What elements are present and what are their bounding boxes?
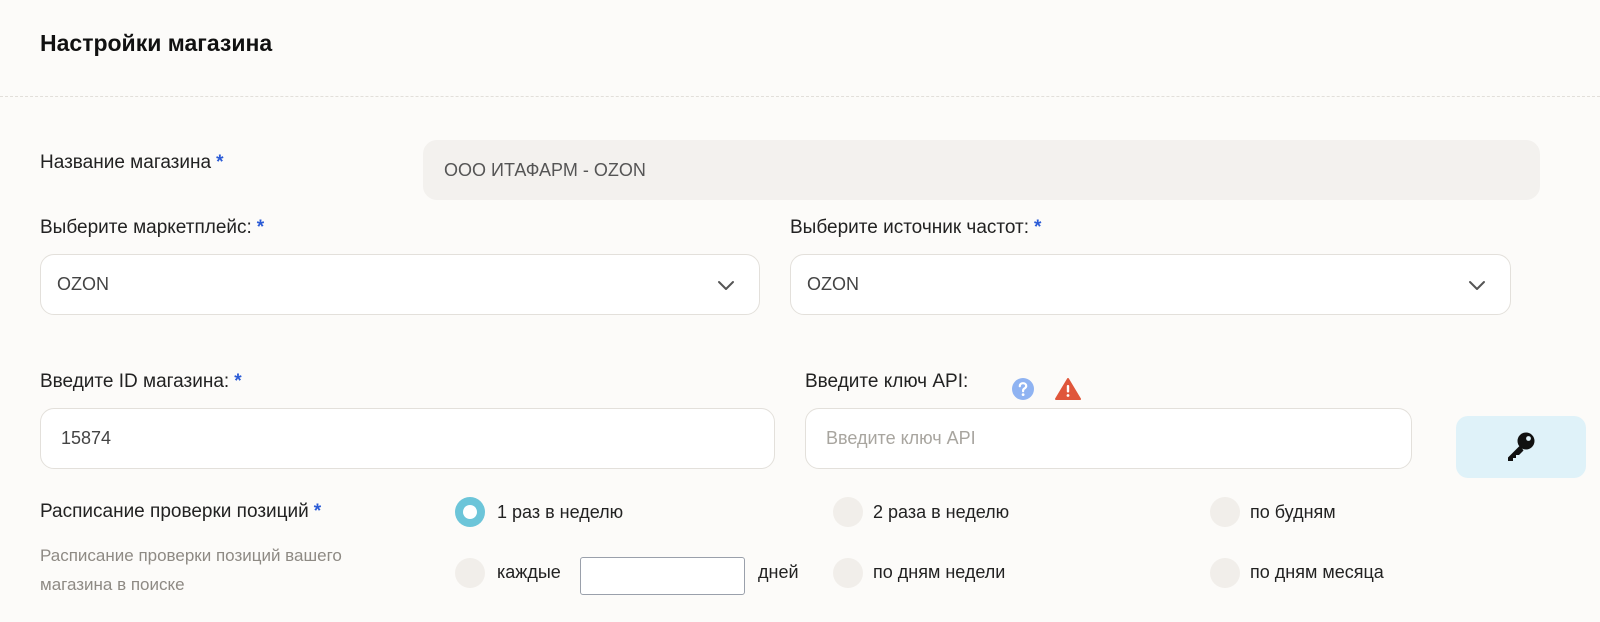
frequency-source-label: Выберите источник частот: *	[790, 217, 1041, 239]
radio-every-suffix-label: дней	[758, 562, 799, 582]
radio-every-prefix-label[interactable]: каждые	[497, 562, 561, 583]
required-mark: *	[234, 371, 242, 392]
store-name-label: Название магазина *	[40, 152, 223, 174]
frequency-source-select-value: OZON	[807, 274, 859, 294]
chevron-down-icon	[1469, 280, 1485, 290]
radio-weekdays[interactable]	[1210, 497, 1240, 527]
marketplace-select[interactable]: OZON	[40, 254, 760, 315]
required-mark: *	[313, 501, 322, 522]
api-key-button[interactable]	[1456, 416, 1586, 478]
radio-weekdays-label[interactable]: по будням	[1250, 502, 1336, 523]
radio-week-days-label[interactable]: по дням недели	[873, 562, 1005, 583]
store-name-value: ООО ИТАФАРМ - OZON	[444, 159, 646, 180]
schedule-label: Расписание проверки позиций *	[40, 501, 321, 523]
page-title: Настройки магазина	[40, 30, 273, 56]
every-days-input[interactable]	[580, 557, 745, 595]
radio-twice-week-label[interactable]: 2 раза в неделю	[873, 502, 1009, 523]
store-name-field[interactable]: ООО ИТАФАРМ - OZON	[423, 140, 1540, 200]
key-icon	[1508, 432, 1535, 461]
store-id-label-text: Введите ID магазина:	[40, 371, 230, 392]
store-name-label-text: Название магазина	[40, 152, 212, 173]
marketplace-select-value: OZON	[57, 274, 109, 294]
store-id-field[interactable]	[40, 408, 775, 469]
api-key-input[interactable]	[826, 428, 1411, 449]
api-key-field[interactable]	[805, 408, 1412, 469]
required-mark: *	[256, 217, 265, 238]
schedule-sublabel: Расписание проверки позиций вашего магаз…	[40, 546, 342, 594]
chevron-down-icon	[718, 280, 734, 290]
frequency-source-select[interactable]: OZON	[790, 254, 1511, 315]
store-id-input[interactable]	[61, 428, 774, 449]
radio-every-n-days[interactable]	[455, 558, 485, 588]
required-mark: *	[1034, 217, 1042, 238]
radio-month-days-label[interactable]: по дням месяца	[1250, 562, 1384, 583]
api-key-label-text: Введите ключ API:	[805, 371, 969, 392]
api-key-label: Введите ключ API:	[805, 371, 968, 393]
marketplace-label-text: Выберите маркетплейс:	[40, 217, 252, 238]
question-circle-icon[interactable]	[1011, 377, 1035, 401]
warning-triangle-icon[interactable]	[1055, 377, 1081, 401]
marketplace-label: Выберите маркетплейс: *	[40, 217, 264, 239]
radio-week-days[interactable]	[833, 558, 863, 588]
radio-once-week-label[interactable]: 1 раз в неделю	[497, 502, 623, 523]
radio-month-days[interactable]	[1210, 558, 1240, 588]
required-mark: *	[216, 152, 224, 173]
radio-twice-week[interactable]	[833, 497, 863, 527]
radio-once-week[interactable]	[455, 497, 485, 527]
schedule-label-text: Расписание проверки позиций	[40, 501, 309, 522]
frequency-source-label-text: Выберите источник частот:	[790, 217, 1030, 238]
header-divider	[0, 96, 1600, 97]
store-id-label: Введите ID магазина: *	[40, 371, 242, 393]
